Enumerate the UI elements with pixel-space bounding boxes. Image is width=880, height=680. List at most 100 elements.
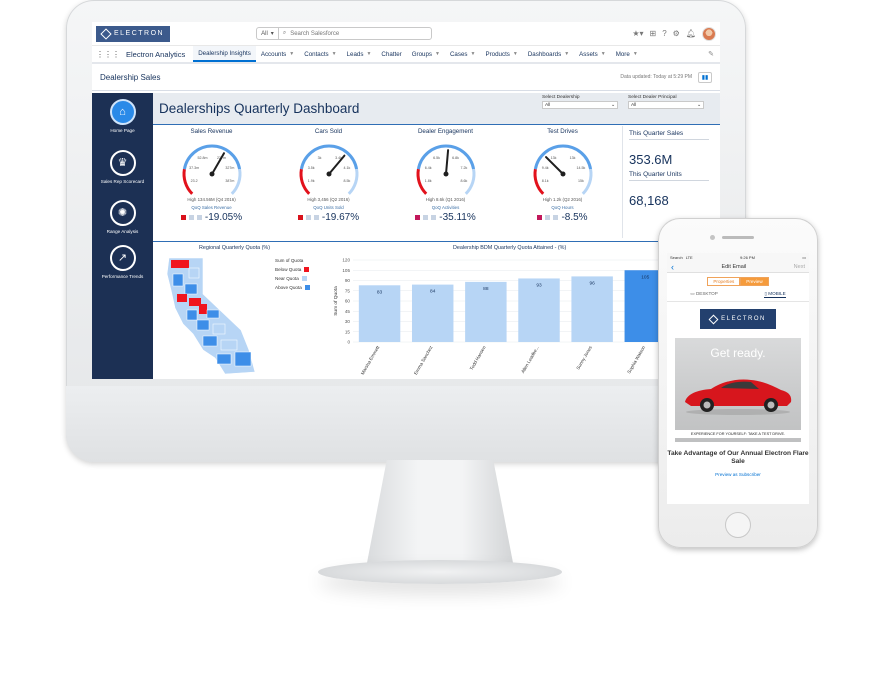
- home-button[interactable]: [725, 512, 751, 538]
- nav-tab-cases[interactable]: Cases ▼: [445, 46, 481, 62]
- bell-icon[interactable]: 🔔︎: [686, 29, 696, 38]
- region-above-quota[interactable]: [196, 319, 210, 331]
- sidebar-item-scorecard[interactable]: ♛ Sales Rep Scorecard: [92, 150, 153, 185]
- nav-tab-contacts[interactable]: Contacts ▼: [299, 46, 341, 62]
- device-desktop[interactable]: ▭ DESKTOP: [690, 291, 718, 298]
- nav-tab-accounts[interactable]: Accounts ▼: [256, 46, 299, 62]
- sidebar-item-range-analysis[interactable]: ✺ Range Analysis: [92, 200, 153, 235]
- dashboard-area: ⌂ Home Page ♛ Sales Rep Scorecard ✺ Rang…: [92, 93, 720, 379]
- monitor-stand-base: [318, 560, 562, 584]
- nav-tab-leads[interactable]: Leads ▼: [342, 46, 377, 62]
- qoq-number: -8.5%: [561, 212, 588, 223]
- dealership-select[interactable]: All ⌄: [542, 101, 618, 109]
- device-mobile[interactable]: ▯ MOBILE: [764, 291, 786, 298]
- region-above-quota[interactable]: [206, 309, 220, 319]
- search-scope-dropdown[interactable]: All ▾: [257, 28, 279, 39]
- chevron-down-icon[interactable]: ▼: [633, 51, 638, 57]
- principal-filter[interactable]: Select Dealer Principal All ⌄: [628, 95, 704, 109]
- region-near-quota[interactable]: [220, 339, 238, 351]
- chevron-down-icon[interactable]: ▼: [289, 51, 294, 57]
- nav-tab-groups[interactable]: Groups ▼: [407, 46, 445, 62]
- preview-as-subscriber-link[interactable]: Preview as Subscriber: [667, 472, 809, 477]
- principal-select[interactable]: All ⌄: [628, 101, 704, 109]
- favorites-star-icon[interactable]: ★▾: [632, 29, 643, 38]
- gauge-tick-label: 8.5k: [343, 179, 350, 183]
- status-square: [553, 215, 559, 220]
- nav-tab-assets[interactable]: Assets ▼: [574, 46, 611, 62]
- sidebar-item-label: Home Page: [110, 128, 135, 133]
- region-below-quota[interactable]: [171, 260, 189, 268]
- chevron-down-icon[interactable]: ▼: [435, 51, 440, 57]
- legend-swatch: [304, 267, 310, 273]
- chart-icon[interactable]: ▮▮: [698, 71, 712, 83]
- region-above-quota[interactable]: [186, 309, 198, 321]
- segment-properties[interactable]: Properties: [707, 277, 741, 286]
- next-button[interactable]: Next: [794, 264, 805, 270]
- sidebar-item-performance[interactable]: ↗ Performance Trends: [92, 245, 153, 280]
- segmented-control: Properties Preview: [667, 277, 809, 286]
- legend-swatch: [301, 276, 307, 282]
- nav-tab-dashboards[interactable]: Dashboards ▼: [523, 46, 574, 62]
- region-above-quota[interactable]: [172, 273, 184, 287]
- status-square: [305, 215, 311, 220]
- region-near-quota[interactable]: [188, 267, 200, 279]
- region-below-quota[interactable]: [177, 294, 187, 302]
- phone-speaker: [722, 236, 754, 239]
- monitor-screen: ELECTRON All ▾ ⌕ Search Salesforce ★▾ ⊞ …: [92, 22, 720, 379]
- nav-tab-products[interactable]: Products ▼: [480, 46, 522, 62]
- nav-tab-chatter[interactable]: Chatter: [376, 46, 406, 62]
- sidebar-item-home[interactable]: ⌂ Home Page: [92, 99, 153, 134]
- electron-logo[interactable]: ELECTRON: [96, 25, 171, 42]
- region-above-quota[interactable]: [216, 353, 232, 365]
- legend-item-above[interactable]: Above Quota: [275, 283, 310, 292]
- app-launcher-icon[interactable]: ⋮⋮⋮: [96, 50, 120, 59]
- qoq-value: -35.11%: [387, 212, 504, 223]
- gauge-card-sales-revenue[interactable]: Sales Revenue 23.237.3m52.8m227m327m387m…: [153, 126, 270, 238]
- bar-chart-title: Dealership BDM Quarterly Quota Attained …: [453, 245, 567, 251]
- email-offer-text: Take Advantage of Our Annual Electron Fl…: [667, 450, 809, 465]
- avatar[interactable]: [702, 26, 716, 41]
- gauge-card-dealer-engagement[interactable]: Dealer Engagement 1.8k 6.4k 6.5k 6.8k 7.2k 8.…: [387, 126, 504, 238]
- segment-preview[interactable]: Preview: [740, 277, 769, 286]
- dealership-filter[interactable]: Select Dealership All ⌄: [542, 95, 618, 109]
- add-icon[interactable]: ⊞: [650, 29, 657, 38]
- chevron-down-icon[interactable]: ▼: [366, 51, 371, 57]
- california-map[interactable]: [163, 254, 281, 379]
- gauge-tick-label: 3.5k: [307, 166, 314, 170]
- chevron-down-icon[interactable]: ▼: [513, 51, 518, 57]
- region-above-quota[interactable]: [234, 351, 252, 367]
- phone-nav-bar: ‹ Edit Email Next: [667, 261, 809, 273]
- nav-tab-dealership-insights[interactable]: Dealership Insights: [193, 46, 256, 62]
- map-title: Regional Quarterly Quota (%): [199, 245, 271, 251]
- status-square: [415, 215, 421, 220]
- sidebar-item-label: Sales Rep Scorecard: [100, 179, 145, 184]
- qoq-label: QoQ Sales Revenue: [191, 205, 232, 210]
- lower-charts: Regional Quarterly Quota (%) Sum of Quot…: [153, 241, 720, 379]
- chevron-down-icon[interactable]: ▼: [601, 51, 606, 57]
- region-near-quota[interactable]: [212, 323, 226, 335]
- gauge-card-test-drives[interactable]: Test Drives 8.1k 9.4k 13k 13k 14.5k 15k High …: [504, 126, 621, 238]
- chevron-down-icon[interactable]: ▼: [332, 51, 337, 57]
- region-above-quota[interactable]: [202, 335, 218, 347]
- nav-tab-label: Assets: [579, 50, 598, 58]
- nav-tab-more[interactable]: More ▼: [611, 46, 643, 62]
- gauge-tick-label: 13k: [550, 156, 556, 160]
- pencil-icon[interactable]: ✎: [708, 50, 714, 58]
- search-scope-label: All: [261, 30, 268, 37]
- legend-item-near[interactable]: Near Quota: [275, 274, 310, 283]
- help-icon[interactable]: ?: [662, 29, 666, 38]
- kpi-value: 353.6M: [629, 152, 673, 167]
- y-tick-label: 60: [345, 299, 351, 304]
- search-input[interactable]: ⌕ Search Salesforce: [279, 30, 339, 37]
- gauge-title: Cars Sold: [314, 128, 343, 135]
- region-below-quota[interactable]: [199, 304, 207, 314]
- region-above-quota[interactable]: [184, 283, 198, 295]
- gauge-card-cars-sold[interactable]: Cars Sold 1.9k 3.5k 3k 3.4k 4.1k 8.5k High 3,…: [270, 126, 387, 238]
- back-chevron-icon[interactable]: ‹: [671, 262, 674, 272]
- chevron-down-icon[interactable]: ▼: [564, 51, 569, 57]
- gear-icon[interactable]: ⚙: [673, 29, 680, 38]
- legend-item-below[interactable]: Below Quota: [275, 265, 310, 274]
- global-search[interactable]: All ▾ ⌕ Search Salesforce: [256, 27, 433, 40]
- chevron-down-icon[interactable]: ▼: [471, 51, 476, 57]
- x-tick-label: Sophia Watson: [626, 345, 646, 375]
